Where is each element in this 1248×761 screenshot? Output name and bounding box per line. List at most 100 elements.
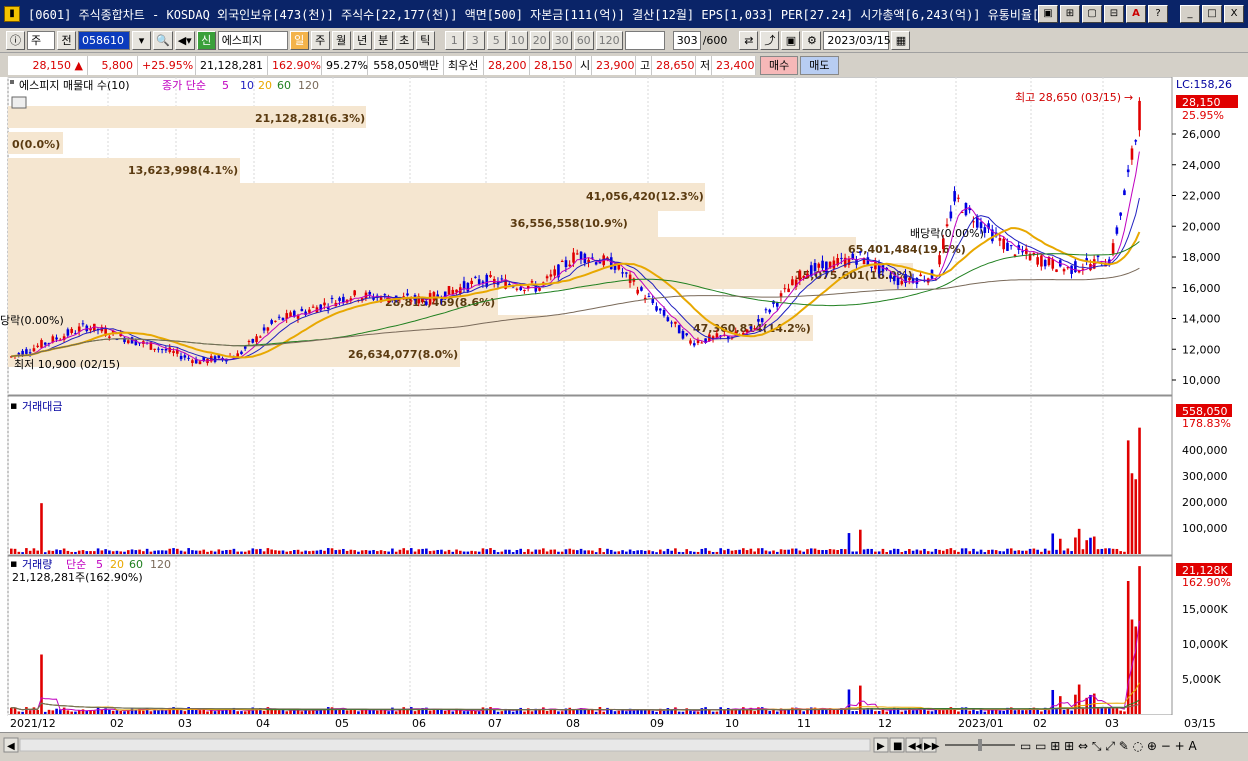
volume-bar — [775, 711, 779, 714]
price-candle-body — [579, 251, 583, 260]
volume-bar — [108, 709, 111, 714]
price-candle-body — [821, 260, 824, 269]
amount-bar — [187, 548, 190, 554]
x-axis-label: 06 — [412, 717, 426, 730]
price-candle-body — [183, 355, 187, 358]
price-candle-body — [692, 343, 696, 346]
interval-10-button[interactable]: 10 — [507, 31, 528, 50]
help-button[interactable]: ? — [1148, 5, 1168, 23]
search-icon[interactable]: 🔍 — [153, 31, 173, 50]
date-input[interactable]: 2023/03/15 — [823, 31, 891, 50]
prev-button[interactable]: 전 — [57, 31, 76, 50]
interval-custom-input[interactable] — [624, 31, 665, 50]
interval-1-button[interactable]: 1 — [444, 31, 464, 50]
price-candle-body — [1126, 169, 1130, 173]
price-candle-body — [1119, 212, 1122, 216]
amount-bar — [368, 550, 372, 554]
amount-bar — [662, 551, 666, 554]
dropdown-icon[interactable]: ▾ — [132, 31, 151, 50]
price-candle-body — [368, 291, 372, 295]
volume-bar — [594, 711, 598, 714]
amount-bar — [293, 550, 296, 554]
amount-bar — [991, 549, 994, 554]
interval-30-button[interactable]: 30 — [551, 31, 572, 50]
period-type-select[interactable]: 주 — [27, 31, 55, 50]
volume-bar — [700, 708, 704, 714]
price-candle-body — [55, 337, 58, 340]
font-icon[interactable]: A — [1126, 5, 1146, 23]
volume-current-pct: 162.90% — [1182, 576, 1231, 589]
period-week-button[interactable]: 주 — [310, 31, 330, 50]
interval-120-button[interactable]: 120 — [595, 31, 623, 50]
interval-20-button[interactable]: 20 — [529, 31, 550, 50]
split-icon[interactable]: ⊟ — [1104, 5, 1124, 23]
save-icon[interactable]: ▣ — [781, 31, 801, 50]
volume-bar — [47, 709, 51, 714]
amount-bar — [270, 549, 273, 554]
price-candle-body — [1051, 259, 1055, 269]
x-axis-label: 05 — [335, 717, 349, 730]
period-year-button[interactable]: 년 — [352, 31, 372, 50]
price-candle-body — [700, 342, 704, 344]
maximize-button[interactable]: □ — [1202, 5, 1222, 23]
amount-bar — [172, 548, 175, 554]
amount-bar — [142, 551, 145, 554]
price-candle-body — [1115, 227, 1119, 234]
volume-bar — [542, 707, 545, 714]
interval-3-button[interactable]: 3 — [465, 31, 485, 50]
close-button[interactable]: X — [1224, 5, 1244, 23]
amount-bar — [1138, 427, 1141, 554]
chart-area[interactable]: 21,128,281(6.3%) 0(0.0%) 13,623,998(4.1%) 4… — [0, 76, 1248, 732]
best-bid: 28,150 — [530, 55, 576, 75]
amount-bar — [376, 551, 379, 554]
price-candle-body — [43, 342, 47, 345]
period-minute-button[interactable]: 분 — [373, 31, 393, 50]
grid-toggle-icon[interactable] — [11, 96, 27, 109]
volume-bar — [436, 709, 439, 714]
period-month-button[interactable]: 월 — [331, 31, 351, 50]
amount-bar — [425, 548, 428, 554]
amount-bar — [1043, 548, 1047, 554]
price-candle-body — [549, 274, 553, 277]
volume-bar — [583, 709, 587, 714]
speaker-icon[interactable]: ◀▾ — [174, 31, 195, 50]
amount-bar — [659, 549, 662, 554]
volume-bar — [142, 710, 145, 714]
price-candle-body — [655, 306, 658, 311]
amount-bar — [308, 551, 311, 554]
volume-bar — [119, 710, 123, 714]
volume-profile-label: 65,401,484(19.6%) — [848, 243, 966, 256]
buy-button[interactable]: 매수 — [760, 55, 799, 75]
sell-button[interactable]: 매도 — [800, 55, 839, 75]
amount-bar — [372, 549, 375, 554]
interval-5-button[interactable]: 5 — [486, 31, 506, 50]
period-tick-button[interactable]: 틱 — [415, 31, 435, 50]
link-icon[interactable]: ▣ — [1038, 5, 1058, 23]
info-icon[interactable]: ⓘ — [6, 31, 25, 50]
scroll-bar[interactable]: ◀ ▶ ■ ◀◀ ▶▶ ▭ ▭ ⊞ ⊞ ⇔ ⤡ ⤢ ✎ ◌ ⊕ − + A — [0, 732, 1248, 757]
price-candle-body — [40, 340, 43, 348]
volume-bar — [560, 711, 564, 714]
period-day-button[interactable]: 일 — [289, 31, 309, 50]
layout-icon[interactable]: ⊞ — [1060, 5, 1080, 23]
calendar-icon[interactable]: ▦ — [891, 31, 911, 50]
amount-bar — [734, 550, 738, 554]
stock-chart[interactable]: 21,128,281(6.3%) 0(0.0%) 13,623,998(4.1%) 4… — [0, 76, 1248, 732]
ma-legend-5: 5 — [222, 79, 229, 92]
amount-bar — [730, 550, 734, 554]
count-input[interactable]: 303 — [672, 31, 701, 50]
amount-bar — [202, 549, 206, 554]
window-icon[interactable]: ▢ — [1082, 5, 1102, 23]
chart-type-icon[interactable]: ⤴ — [760, 31, 780, 50]
price-candle-body — [338, 297, 341, 301]
period-second-button[interactable]: 초 — [394, 31, 414, 50]
swap-icon[interactable]: ⇄ — [739, 31, 759, 50]
stock-code-input[interactable]: 058610 — [78, 31, 130, 50]
interval-60-button[interactable]: 60 — [573, 31, 594, 50]
amount-bar — [923, 548, 926, 554]
settings-icon[interactable]: ⚙ — [802, 31, 822, 50]
volume-bar — [998, 710, 1002, 714]
minimize-button[interactable]: _ — [1180, 5, 1200, 23]
volume-bar — [300, 711, 304, 714]
amount-bar — [994, 550, 998, 554]
